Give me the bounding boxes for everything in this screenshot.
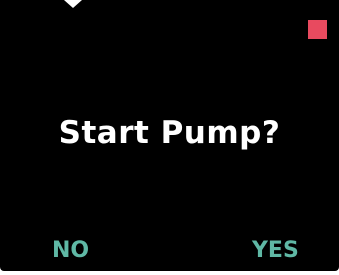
start-pump-prompt: Start Pump? xyxy=(58,115,281,151)
no-button[interactable]: NO xyxy=(52,240,89,262)
device-screen: Start Pump? NO YES xyxy=(0,0,339,271)
status-indicator xyxy=(308,20,327,39)
yes-button[interactable]: YES xyxy=(252,240,299,262)
device-frame: Start Pump? NO YES xyxy=(0,0,339,275)
arrow-down-icon xyxy=(64,0,82,8)
